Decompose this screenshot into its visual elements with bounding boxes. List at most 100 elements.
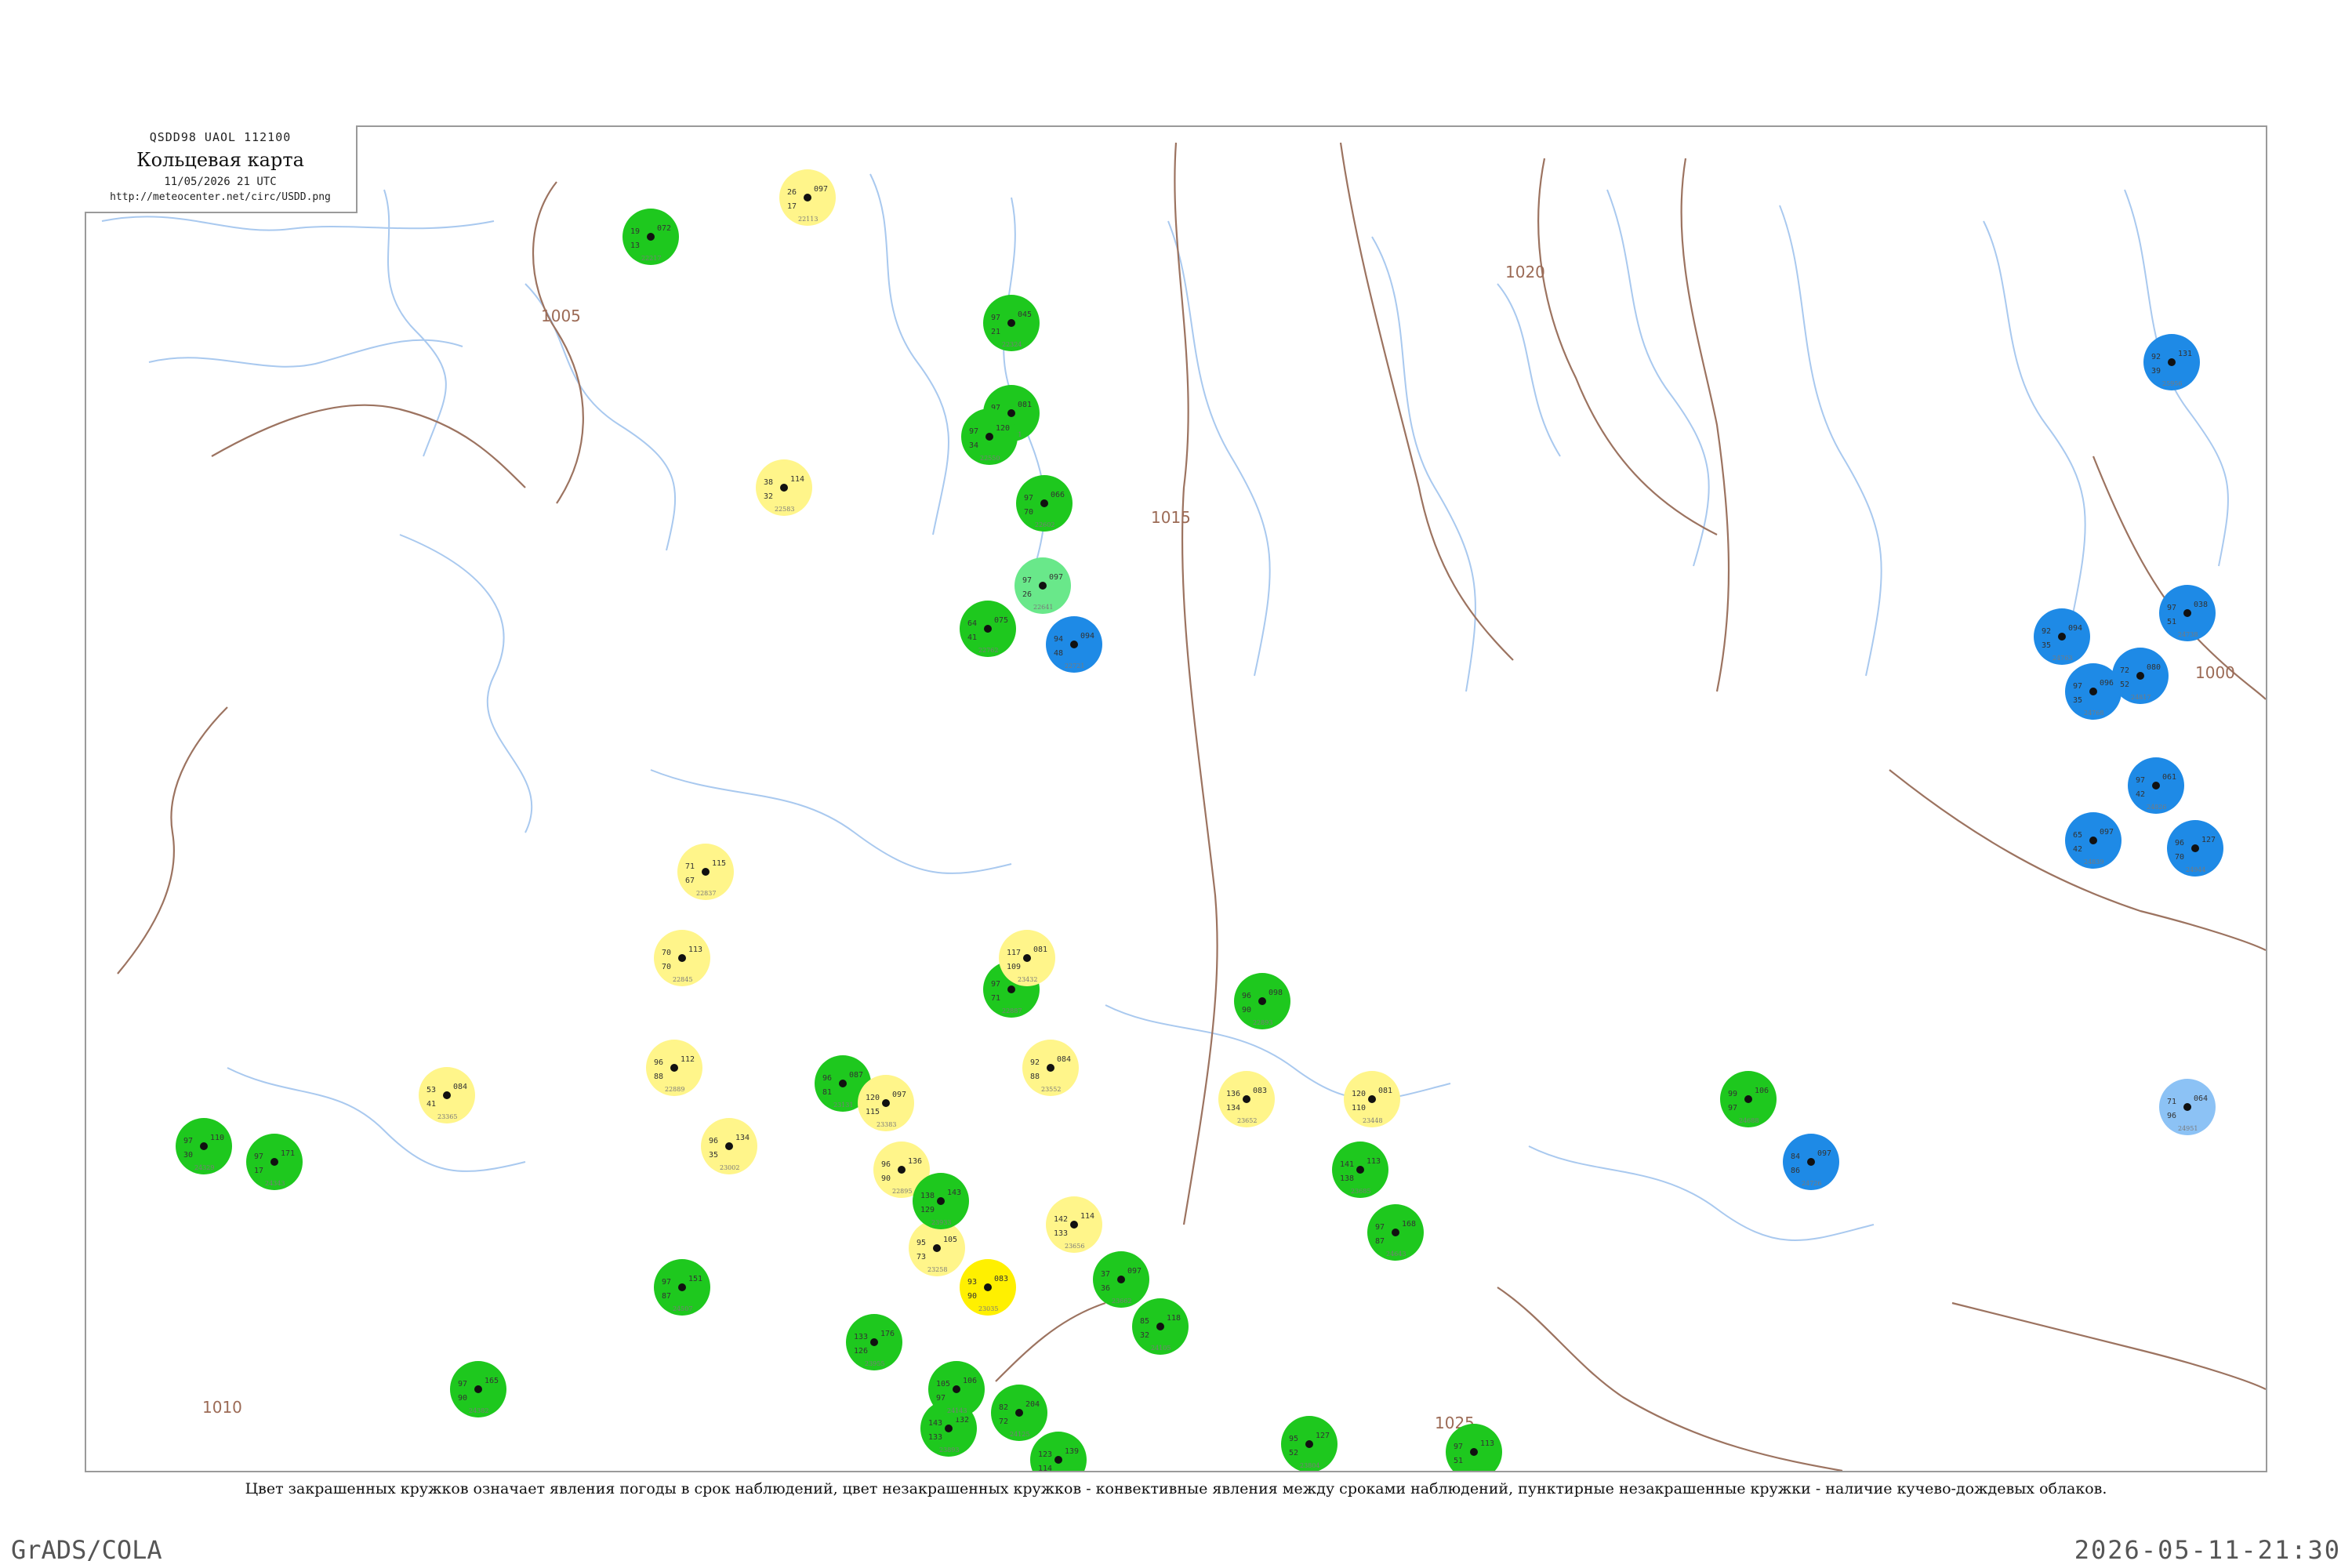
- station-24726[interactable]: 097 84 8624726: [1783, 1134, 1839, 1190]
- station-24839[interactable]: 097 65 4224839: [2065, 812, 2122, 869]
- station-marker-icon: [1054, 1456, 1062, 1464]
- station-24951[interactable]: 064 71 9624951: [2159, 1079, 2216, 1135]
- station-22721[interactable]: 094 94 4822721: [1046, 616, 1102, 673]
- station-24763[interactable]: 094 92 3524763: [2034, 608, 2090, 665]
- station-23849[interactable]: 13912311423849: [1030, 1432, 1087, 1471]
- pressure-value: 084: [1057, 1055, 1071, 1064]
- map-frame[interactable]: 1000 1005 1010 1015 1020 1025 097 26 17 221…: [85, 125, 2267, 1472]
- dewpoint-value: 32: [764, 492, 773, 501]
- station-23662[interactable]: 097 37 3623662: [1093, 1251, 1149, 1308]
- render-timestamp: 2026-05-11-21:30: [2074, 1535, 2341, 1565]
- station-24143[interactable]: 106 105 9724143: [928, 1361, 985, 1417]
- temperature-value: 70: [662, 949, 671, 957]
- station-marker-icon: [1015, 1409, 1023, 1417]
- temperature-value: 138: [920, 1192, 935, 1200]
- station-24125[interactable]: 204 82 7224125: [991, 1385, 1047, 1441]
- stations-layer[interactable]: 097261722113 072191322217 045972122324 081 9…: [176, 169, 2223, 1471]
- station-24105[interactable]: 118 85 3224105: [1132, 1298, 1189, 1355]
- rivers-layer: [101, 173, 2229, 1241]
- station-24382[interactable]: 165 97 9024382: [450, 1361, 506, 1417]
- temperature-value: 141: [1340, 1160, 1354, 1169]
- station-number: 22893: [1253, 1019, 1272, 1026]
- pressure-value: 168: [1402, 1220, 1416, 1229]
- station-22550[interactable]: 120 97 3422550: [961, 408, 1018, 465]
- station-23552[interactable]: 084 92 8823552: [1022, 1040, 1079, 1096]
- station-24688[interactable]: 106 99 9724688: [1720, 1071, 1777, 1127]
- station-marker-icon: [678, 954, 686, 962]
- station-number: 23685: [1351, 1188, 1370, 1195]
- station-23448[interactable]: 081 120 110 23448: [1344, 1071, 1400, 1127]
- pressure-value: 075: [994, 616, 1008, 625]
- station-22889[interactable]: 112 96 8822889: [646, 1040, 702, 1096]
- pressure-value: 120: [996, 424, 1010, 433]
- dewpoint-value: 32: [1140, 1331, 1149, 1340]
- station-24507[interactable]: 151 97 8724507: [654, 1259, 710, 1316]
- pressure-value: 097: [2100, 828, 2114, 837]
- station-number: 22762: [978, 647, 998, 654]
- temperature-value: 117: [1007, 949, 1021, 957]
- station-24826[interactable]: 061 97 4224826: [2128, 757, 2184, 814]
- station-number: 23258: [927, 1266, 947, 1273]
- station-23652[interactable]: 083 136 134 23652: [1218, 1071, 1275, 1127]
- station-24944[interactable]: 127 96 7024944: [2167, 820, 2223, 877]
- dewpoint-value: 35: [709, 1151, 718, 1160]
- source-url[interactable]: http://meteocenter.net/circ/USDD.png: [85, 191, 356, 203]
- station-23933[interactable]: 143 138 129 23933: [913, 1173, 969, 1229]
- station-23365[interactable]: 084 53 4123365: [419, 1067, 475, 1123]
- station-24817[interactable]: 080 72 5224817: [2112, 648, 2169, 704]
- temperature-value: 94: [1054, 635, 1063, 644]
- station-marker-icon: [1070, 1221, 1078, 1229]
- station-22324[interactable]: 045 97 2122324: [983, 295, 1040, 351]
- station-23432[interactable]: 081 117 109 23432: [999, 930, 1055, 986]
- station-24343[interactable]: 171 97 1724343: [246, 1134, 303, 1190]
- pressure-value: 083: [994, 1275, 1008, 1283]
- station-23955[interactable]: 176 133 126 23955: [846, 1314, 902, 1370]
- station-marker-icon: [953, 1385, 960, 1393]
- station-22762[interactable]: 075 64 4122762: [960, 601, 1016, 657]
- station-marker-icon: [1356, 1166, 1364, 1174]
- pressure-value: 114: [790, 475, 804, 484]
- station-23804[interactable]: 127 95 5223804: [1281, 1416, 1338, 1471]
- station-marker-icon: [670, 1064, 678, 1072]
- station-23656[interactable]: 114 142 133 23656: [1046, 1196, 1102, 1253]
- temperature-value: 120: [866, 1094, 880, 1102]
- station-number: 23383: [877, 1121, 896, 1128]
- station-23685[interactable]: 113 141 138 23685: [1332, 1142, 1388, 1198]
- dewpoint-value: 13: [630, 241, 640, 250]
- station-22113[interactable]: 097 26 1722113: [779, 169, 836, 226]
- station-22893[interactable]: 098 96 9022893: [1234, 973, 1290, 1029]
- dewpoint-value: 88: [1030, 1073, 1040, 1081]
- station-22641[interactable]: 097 97 2622641: [1014, 557, 1071, 614]
- temperature-value: 105: [936, 1380, 950, 1388]
- station-number: 24507: [673, 1305, 692, 1312]
- station-23002[interactable]: 134 96 3523002: [701, 1118, 757, 1174]
- station-25956[interactable]: 131 92 3925956: [2143, 334, 2200, 390]
- station-marker-icon: [933, 1244, 941, 1252]
- station-24738[interactable]: 038 97 5124738: [2159, 585, 2216, 641]
- temperature-value: 92: [1030, 1058, 1040, 1067]
- isobar-label-1020: 1020: [1505, 263, 1545, 281]
- pressure-value: 098: [1269, 989, 1283, 997]
- synoptic-map[interactable]: 1000 1005 1010 1015 1020 1025 0972617221…: [86, 127, 2266, 1471]
- station-23035[interactable]: 083 93 9023035: [960, 1259, 1016, 1316]
- station-24329[interactable]: 110 97 3024329: [176, 1118, 232, 1174]
- station-22583[interactable]: 114 38 3222583: [756, 459, 812, 516]
- station-23383[interactable]: 097 120 115 23383: [858, 1075, 914, 1131]
- dewpoint-value: 41: [426, 1100, 436, 1109]
- pressure-value: 081: [1033, 946, 1047, 954]
- temperature-value: 92: [2151, 353, 2161, 361]
- station-24643[interactable]: 168 97 8724643: [1367, 1204, 1424, 1261]
- dewpoint-value: 109: [1007, 963, 1021, 971]
- station-number: 23002: [720, 1164, 739, 1171]
- station-22602[interactable]: 066 97 7022602: [1016, 475, 1073, 532]
- temperature-value: 143: [928, 1419, 942, 1428]
- pressure-value: 106: [963, 1377, 977, 1385]
- station-marker-icon: [2089, 837, 2097, 844]
- dewpoint-value: 51: [1454, 1457, 1463, 1465]
- station-22217[interactable]: 072 19 1322217: [622, 209, 679, 265]
- station-22845[interactable]: 113707022845: [654, 930, 710, 986]
- station-22837[interactable]: 115 71 6722837: [677, 844, 734, 900]
- pressure-value: 165: [485, 1377, 499, 1385]
- dewpoint-value: 97: [1728, 1104, 1737, 1112]
- station-marker-icon: [1392, 1229, 1399, 1236]
